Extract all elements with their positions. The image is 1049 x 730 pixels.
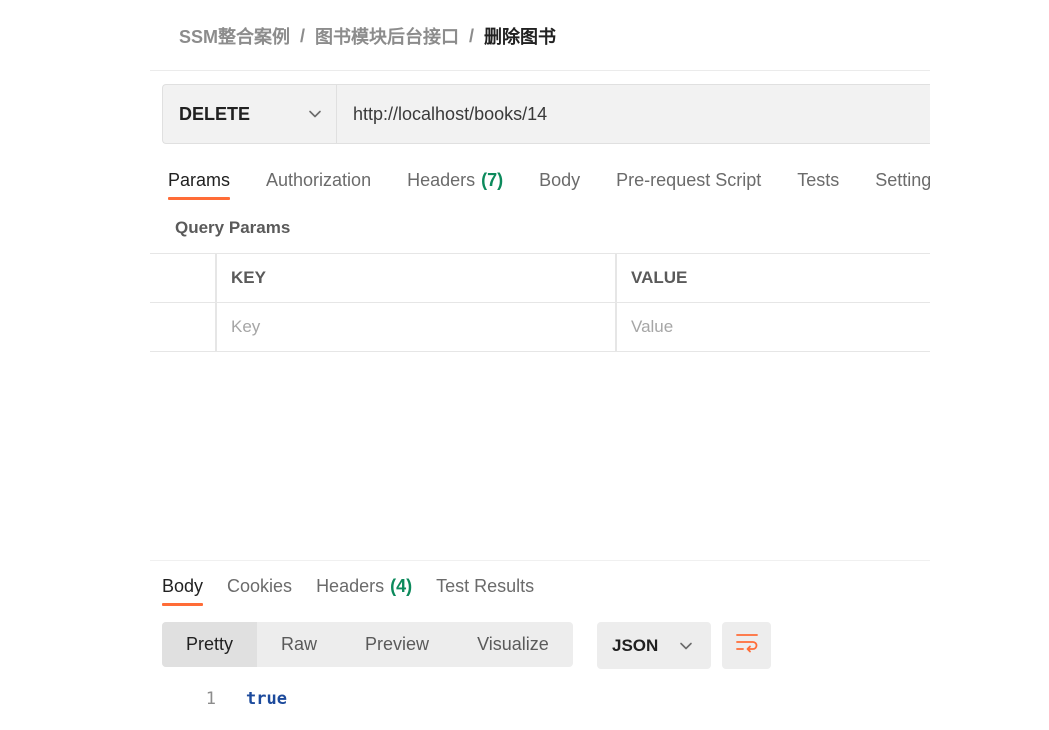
query-params-title: Query Params: [175, 218, 291, 237]
headers-count-badge: (7): [481, 169, 504, 190]
line-number: 1: [205, 689, 216, 709]
response-tab-headers[interactable]: Headers (4): [304, 566, 424, 606]
method-select[interactable]: DELETE: [163, 85, 337, 143]
tab-label: Params: [168, 169, 231, 190]
response-tab-body[interactable]: Body: [150, 566, 215, 606]
wrap-lines-button[interactable]: [722, 622, 771, 669]
tab-tests[interactable]: Tests: [779, 160, 857, 200]
response-tabs: Body Cookies Headers (4) Test Results: [150, 566, 546, 612]
chevron-down-icon: [679, 639, 693, 653]
tab-body[interactable]: Body: [521, 160, 598, 200]
value-column-header: VALUE: [631, 268, 688, 287]
tab-label: Authorization: [266, 169, 372, 190]
tab-pre-request-script[interactable]: Pre-request Script: [598, 160, 779, 200]
table-header-row: KEY VALUE: [150, 254, 930, 303]
key-input[interactable]: Key: [217, 303, 617, 351]
tab-label: Body: [539, 169, 581, 190]
tab-label: Settings: [875, 169, 930, 190]
header-divider: [150, 70, 930, 71]
response-value[interactable]: true: [246, 689, 287, 709]
format-raw-button[interactable]: Raw: [257, 622, 341, 667]
tab-label: Test Results: [436, 575, 535, 596]
tab-label: Cookies: [227, 575, 293, 596]
tab-settings[interactable]: Settings: [857, 160, 930, 200]
tab-headers[interactable]: Headers (7): [389, 160, 521, 200]
postman-window: SSM整合案例 / 图书模块后台接口 / 删除图书 DELETE http://…: [0, 0, 1049, 730]
row-checkbox-cell: [150, 303, 217, 351]
request-tabs: Params Authorization Headers (7) Body Pr…: [150, 160, 930, 206]
tab-label: Headers: [407, 169, 476, 190]
format-visualize-button[interactable]: Visualize: [453, 622, 573, 667]
response-pane-divider[interactable]: [150, 560, 930, 561]
query-params-table: KEY VALUE Key Value: [150, 253, 930, 352]
tab-label: Body: [162, 575, 204, 596]
tab-label: Headers: [316, 575, 385, 596]
breadcrumb-separator: /: [469, 25, 475, 46]
response-code-line: 1 true: [150, 686, 287, 712]
response-format-group: Pretty Raw Preview Visualize: [162, 622, 573, 667]
tab-label: Pre-request Script: [616, 169, 762, 190]
breadcrumb-item-request: 删除图书: [484, 27, 557, 47]
key-column-header: KEY: [217, 254, 617, 302]
language-select[interactable]: JSON: [597, 622, 711, 669]
tab-authorization[interactable]: Authorization: [248, 160, 389, 200]
breadcrumb-item-collection[interactable]: SSM整合案例: [179, 23, 290, 49]
response-tab-cookies[interactable]: Cookies: [215, 566, 304, 606]
format-preview-button[interactable]: Preview: [341, 622, 453, 667]
checkbox-column-header: [150, 254, 217, 302]
response-tab-test-results[interactable]: Test Results: [424, 566, 546, 606]
url-input[interactable]: http://localhost/books/14: [337, 85, 930, 143]
chevron-down-icon: [308, 107, 322, 121]
request-bar: DELETE http://localhost/books/14: [162, 84, 930, 144]
wrap-lines-icon: [735, 632, 759, 659]
language-label: JSON: [612, 635, 659, 655]
breadcrumb: SSM整合案例 / 图书模块后台接口 / 删除图书: [179, 22, 556, 50]
method-label: DELETE: [179, 103, 251, 124]
tab-params[interactable]: Params: [150, 160, 248, 200]
breadcrumb-item-folder[interactable]: 图书模块后台接口: [315, 23, 459, 49]
format-pretty-button[interactable]: Pretty: [162, 622, 258, 667]
response-headers-count-badge: (4): [390, 575, 413, 596]
value-input[interactable]: Value: [617, 303, 930, 351]
breadcrumb-separator: /: [300, 25, 306, 46]
tab-label: Tests: [797, 169, 840, 190]
table-row: Key Value: [150, 303, 930, 352]
